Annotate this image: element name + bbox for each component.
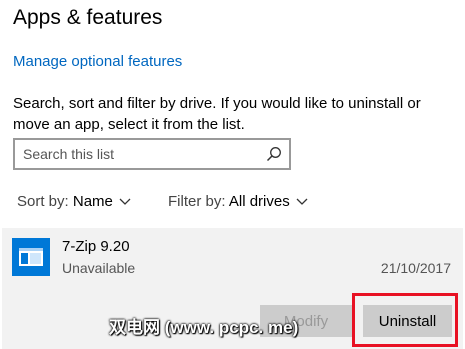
modify-button[interactable]: Modify (260, 305, 352, 337)
app-status: Unavailable (62, 260, 136, 276)
sort-by-dropdown[interactable]: Sort by: Name (17, 193, 131, 210)
app-install-date: 21/10/2017 (380, 260, 451, 276)
search-box[interactable] (13, 138, 291, 170)
apps-features-page: Apps & features Manage optional features… (0, 0, 465, 349)
page-title: Apps & features (13, 6, 163, 29)
search-input[interactable] (23, 145, 263, 163)
sort-by-value: Name (72, 193, 113, 210)
search-icon[interactable] (266, 146, 282, 162)
manage-optional-features-link[interactable]: Manage optional features (13, 53, 182, 70)
app-name: 7-Zip 9.20 (62, 238, 130, 255)
uninstall-button[interactable]: Uninstall (363, 305, 452, 337)
filter-by-label: Filter by: (168, 193, 226, 210)
description-text: Search, sort and filter by drive. If you… (13, 95, 421, 133)
sort-by-label: Sort by: (17, 193, 69, 210)
app-window-icon (12, 238, 50, 276)
filter-by-dropdown[interactable]: Filter by: All drives (168, 193, 308, 210)
filter-by-value: All drives (228, 193, 290, 210)
app-list-item[interactable]: 7-Zip 9.20 Unavailable 21/10/2017 Modify… (2, 228, 463, 349)
chevron-down-icon (119, 198, 131, 205)
chevron-down-icon (296, 198, 308, 205)
